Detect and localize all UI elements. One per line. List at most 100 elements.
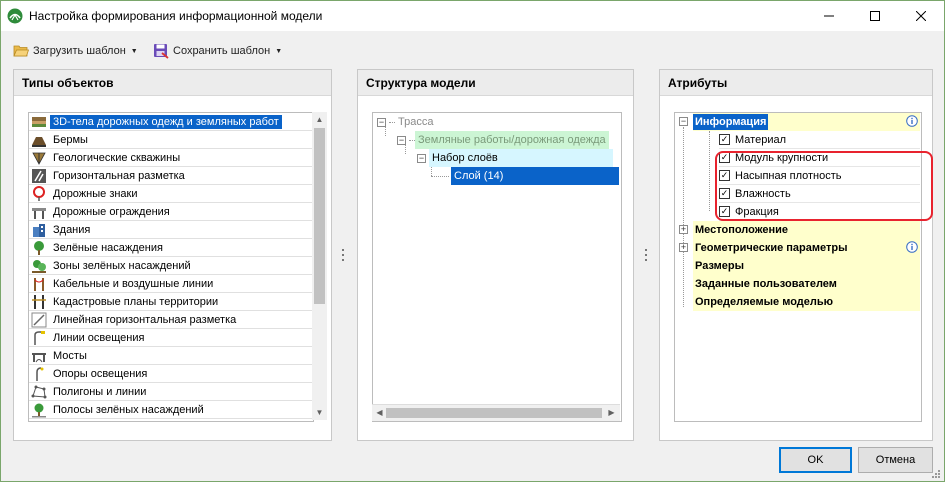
list-item[interactable]: Зоны зелёных насаждений: [29, 257, 313, 275]
list-item[interactable]: Зелёные насаждения: [29, 239, 313, 257]
tree-node-layer-set[interactable]: − Набор слоёв: [417, 149, 613, 167]
attr-item-label: Материал: [735, 133, 786, 146]
folder-open-icon: [13, 45, 29, 57]
attr-group-sizes[interactable]: Размеры: [693, 257, 920, 275]
model-structure-tree[interactable]: − Трасса − Земляные работы/дорожная одеж…: [372, 112, 622, 422]
cancel-button[interactable]: Отмена: [858, 447, 933, 473]
collapse-icon[interactable]: −: [377, 117, 386, 127]
object-types-panel: Типы объектов 3D-тела дорожных одежд и з…: [13, 69, 332, 441]
list-item-label: Полосы зелёных насаждений: [53, 403, 204, 416]
attributes-title: Атрибуты: [660, 70, 932, 96]
list-item-label: Дорожные ограждения: [53, 205, 170, 218]
list-item-label: Полигоны и линии: [53, 385, 147, 398]
list-item[interactable]: Полигоны и линии: [29, 383, 313, 401]
attr-group-label: Геометрические параметры: [695, 242, 848, 254]
tree-node-label: Трасса: [398, 116, 434, 128]
attr-group-geometry[interactable]: Геометрические параметры: [693, 239, 920, 257]
splitter-handle[interactable]: [644, 249, 648, 261]
list-item-label: Бермы: [53, 133, 88, 146]
road-marking-icon: [32, 168, 46, 183]
list-item-label: Геологические скважины: [53, 151, 181, 164]
maximize-button[interactable]: [852, 1, 898, 31]
splitter-handle[interactable]: [341, 249, 345, 261]
list-item[interactable]: Бермы: [29, 131, 313, 149]
list-item[interactable]: Горизонтальная разметка: [29, 167, 313, 185]
road-barrier-icon: [32, 207, 46, 219]
list-item-label: Зелёные насаждения: [53, 241, 163, 254]
load-template-label: Загрузить шаблон: [33, 45, 126, 57]
ok-button[interactable]: OK: [779, 447, 852, 473]
attributes-tree[interactable]: − Информация ✓ Материал ✓ Модуль крупнос…: [674, 112, 933, 422]
title-bar: Настройка формирования информационной мо…: [1, 1, 944, 31]
lighting-line-icon: [34, 330, 45, 345]
model-structure-hscrollbar[interactable]: ◀ ▶: [372, 404, 620, 421]
object-types-list[interactable]: 3D-тела дорожных одежд и земляных работ …: [28, 112, 314, 422]
tree-node-label: Набор слоёв: [429, 149, 613, 167]
list-item-label: Кабельные и воздушные линии: [53, 277, 214, 290]
list-item-label: Зоны зелёных насаждений: [53, 259, 191, 272]
green-zone-icon: [32, 259, 46, 273]
list-item[interactable]: 3D-тела дорожных одежд и земляных работ: [29, 113, 313, 131]
minimize-button[interactable]: [806, 1, 852, 31]
close-button[interactable]: [898, 1, 944, 31]
list-item-label: Дорожные знаки: [53, 187, 138, 200]
resize-grip-icon[interactable]: [931, 469, 941, 479]
scrollbar-thumb[interactable]: [386, 408, 602, 418]
chevron-down-icon: ▼: [275, 47, 283, 55]
scroll-up-icon[interactable]: ▲: [312, 112, 327, 127]
list-item-label: Мосты: [53, 349, 87, 362]
list-item[interactable]: Линии освещения: [29, 329, 313, 347]
attr-item-material[interactable]: ✓ Материал: [719, 131, 920, 149]
save-template-label: Сохранить шаблон: [173, 45, 271, 57]
info-icon[interactable]: [906, 241, 918, 253]
expand-icon[interactable]: +: [679, 243, 688, 252]
list-item[interactable]: Дорожные ограждения: [29, 203, 313, 221]
close-icon: [916, 11, 926, 21]
scroll-right-icon[interactable]: ▶: [604, 405, 619, 420]
checkbox-checked-icon[interactable]: ✓: [719, 134, 730, 145]
tree-node-layer[interactable]: Слой (14): [451, 167, 619, 185]
attr-group-model-defined[interactable]: Определяемые моделью: [693, 293, 920, 311]
maximize-icon: [870, 11, 880, 21]
collapse-icon[interactable]: −: [397, 135, 406, 145]
save-template-icon: [154, 44, 169, 59]
list-item[interactable]: Линейная горизонтальная разметка: [29, 311, 313, 329]
scroll-left-icon[interactable]: ◀: [372, 405, 387, 420]
earthwork-body-icon: [32, 116, 46, 127]
load-template-button[interactable]: Загрузить шаблон ▼: [13, 41, 138, 61]
expand-icon[interactable]: +: [679, 225, 688, 234]
list-item[interactable]: Дорожные знаки: [29, 185, 313, 203]
list-item[interactable]: Мосты: [29, 347, 313, 365]
tree-node-earthworks[interactable]: − Земляные работы/дорожная одежда: [397, 131, 609, 149]
scrollbar-thumb[interactable]: [314, 128, 325, 304]
chevron-down-icon: ▼: [130, 47, 138, 55]
scroll-down-icon[interactable]: ▼: [312, 405, 327, 420]
linear-marking-icon: [31, 312, 47, 327]
tree-node-route[interactable]: − Трасса: [377, 113, 436, 131]
list-item[interactable]: Полосы зелёных насаждений: [29, 401, 313, 419]
attr-group-information[interactable]: Информация: [693, 113, 920, 131]
list-item[interactable]: Кадастровые планы территории: [29, 293, 313, 311]
attr-group-user-defined[interactable]: Заданные пользователем: [693, 275, 920, 293]
window-title: Настройка формирования информационной мо…: [29, 9, 323, 23]
attr-group-location[interactable]: Местоположение: [693, 221, 920, 239]
attr-group-label: Размеры: [695, 260, 745, 272]
save-template-button[interactable]: Сохранить шаблон ▼: [153, 41, 282, 61]
list-item-label: 3D-тела дорожных одежд и земляных работ: [50, 114, 282, 129]
collapse-icon[interactable]: −: [679, 117, 688, 126]
object-types-scrollbar[interactable]: ▲ ▼: [312, 112, 327, 420]
road-sign-icon: [33, 185, 45, 201]
green-strip-icon: [32, 403, 46, 417]
list-item-label: Линии освещения: [53, 331, 145, 344]
model-structure-title: Структура модели: [358, 70, 633, 96]
collapse-icon[interactable]: −: [417, 153, 426, 163]
tree-node-label: Слой (14): [451, 167, 619, 185]
tree-icon: [34, 240, 44, 255]
info-icon[interactable]: [906, 115, 918, 127]
list-item[interactable]: Здания: [29, 221, 313, 239]
list-item[interactable]: Геологические скважины: [29, 149, 313, 167]
list-item[interactable]: Кабельные и воздушные линии: [29, 275, 313, 293]
list-item-label: Горизонтальная разметка: [53, 169, 185, 182]
list-item[interactable]: Опоры освещения: [29, 365, 313, 383]
object-types-title: Типы объектов: [14, 70, 331, 96]
